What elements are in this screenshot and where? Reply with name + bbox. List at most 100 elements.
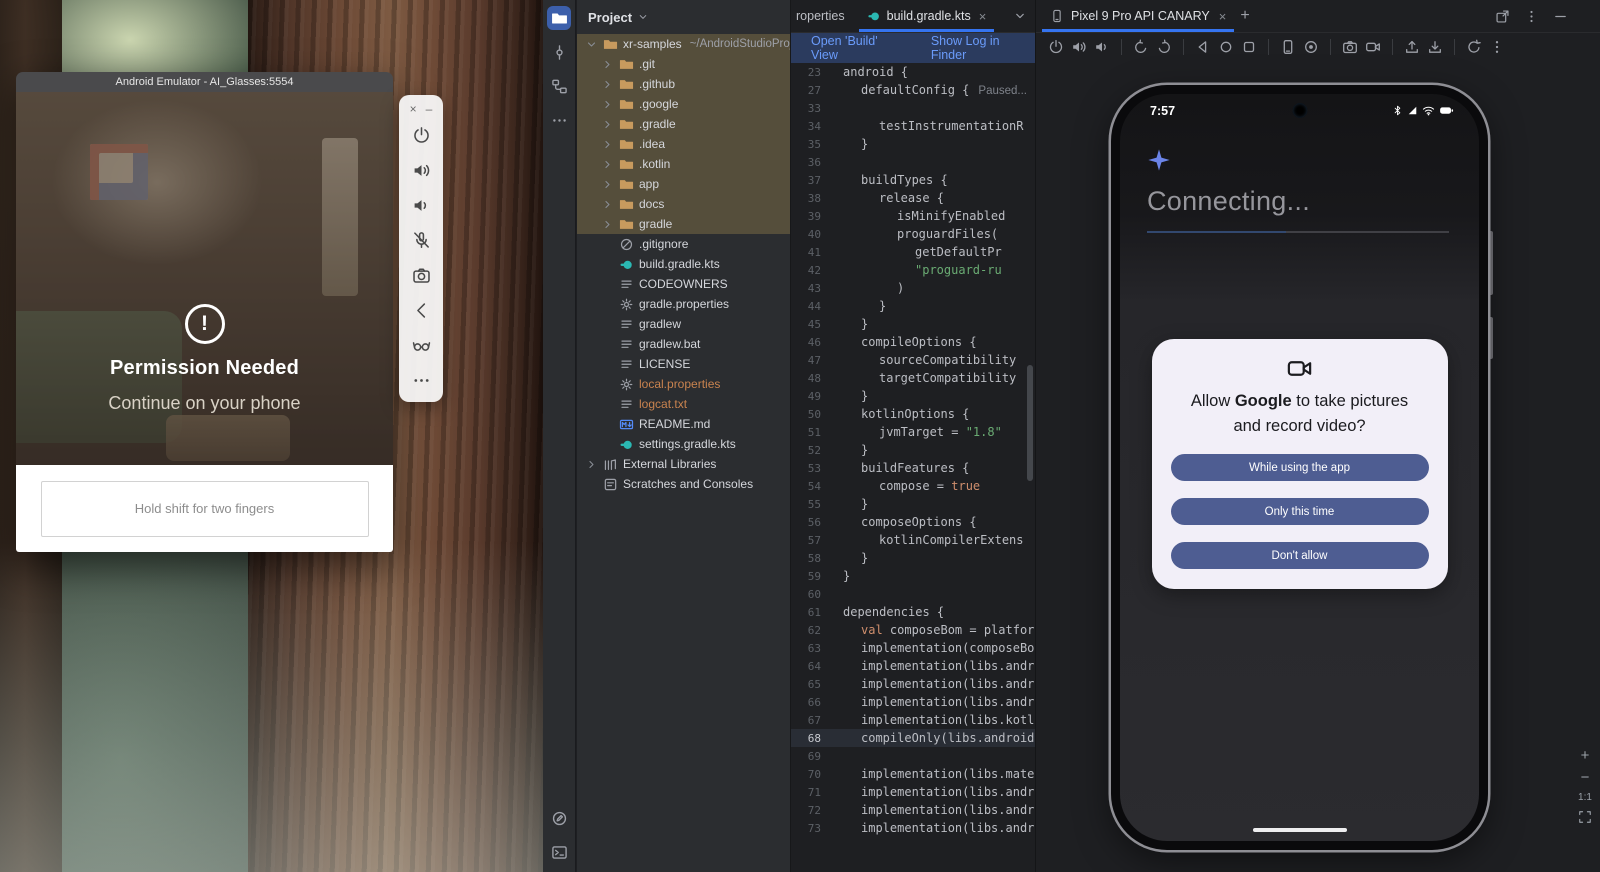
show-log-in-finder-link[interactable]: Show Log in Finder — [931, 34, 1035, 62]
mic-off-icon[interactable] — [412, 231, 431, 250]
chevron-right-icon[interactable] — [601, 98, 614, 111]
code-line-68[interactable]: 68compileOnly(libs.android — [791, 729, 1035, 747]
record-icon[interactable] — [1303, 39, 1319, 55]
editor-scrollbar-thumb[interactable] — [1027, 365, 1033, 481]
while-using-the-app-button[interactable]: While using the app — [1171, 454, 1429, 481]
code-line-44[interactable]: 44} — [791, 297, 1035, 315]
phone-screen[interactable]: 7:57 Connecting... Allow Google to take … — [1120, 94, 1479, 841]
code-line-53[interactable]: 53buildFeatures { — [791, 459, 1035, 477]
volume-down-icon[interactable] — [1094, 39, 1110, 55]
tab-build-gradle-kts[interactable]: build.gradle.kts × — [859, 0, 995, 32]
code-line-45[interactable]: 45} — [791, 315, 1035, 333]
tree-item-gradle[interactable]: gradle — [577, 214, 790, 234]
camera-icon[interactable] — [1342, 39, 1358, 55]
code-line-65[interactable]: 65implementation(libs.andr — [791, 675, 1035, 693]
close-tab-icon[interactable]: × — [979, 9, 987, 24]
more-v-icon[interactable] — [1524, 9, 1539, 24]
back-tri-icon[interactable] — [1195, 39, 1211, 55]
stripe-button-folder[interactable] — [547, 6, 571, 30]
tree-item-gradlew[interactable]: gradlew — [577, 314, 790, 334]
code-line-33[interactable]: 33 — [791, 99, 1035, 117]
code-line-37[interactable]: 37buildTypes { — [791, 171, 1035, 189]
glasses-icon[interactable] — [412, 336, 431, 355]
emulator-screen[interactable]: ! Permission Needed Continue on your pho… — [16, 92, 393, 465]
code-line-57[interactable]: 57kotlinCompilerExtens — [791, 531, 1035, 549]
power-icon[interactable] — [412, 126, 431, 145]
tree-item-readme-md[interactable]: README.md — [577, 414, 790, 434]
rotate-left-icon[interactable] — [1133, 39, 1149, 55]
minus-icon[interactable] — [1553, 9, 1568, 24]
home-indicator[interactable] — [1253, 828, 1347, 833]
code-line-61[interactable]: 61dependencies { — [791, 603, 1035, 621]
tree-item-scratches-and-consoles[interactable]: Scratches and Consoles — [577, 474, 790, 494]
code-line-47[interactable]: 47sourceCompatibility — [791, 351, 1035, 369]
videocam-icon[interactable] — [1365, 39, 1381, 55]
chevron-right-icon[interactable] — [585, 458, 598, 471]
stripe-button-terminal[interactable] — [547, 840, 571, 864]
tree-item-docs[interactable]: docs — [577, 194, 790, 214]
code-line-36[interactable]: 36 — [791, 153, 1035, 171]
code-line-23[interactable]: 23android { — [791, 63, 1035, 81]
chevron-right-icon[interactable] — [601, 118, 614, 131]
code-line-70[interactable]: 70implementation(libs.mate — [791, 765, 1035, 783]
code-line-39[interactable]: 39isMinifyEnabled — [791, 207, 1035, 225]
code-line-43[interactable]: 43) — [791, 279, 1035, 297]
code-line-58[interactable]: 58} — [791, 549, 1035, 567]
power-icon[interactable] — [1048, 39, 1064, 55]
close-tab-icon[interactable]: × — [1219, 9, 1227, 24]
chevron-right-icon[interactable] — [601, 58, 614, 71]
chevron-right-icon[interactable] — [601, 178, 614, 191]
code-line-38[interactable]: 38release { — [791, 189, 1035, 207]
code-line-49[interactable]: 49} — [791, 387, 1035, 405]
upload-icon[interactable] — [1404, 39, 1420, 55]
tree-item-xr-samples[interactable]: xr-samples~/AndroidStudioProj — [577, 34, 790, 54]
tree-item-git[interactable]: .git — [577, 54, 790, 74]
code-line-46[interactable]: 46compileOptions { — [791, 333, 1035, 351]
only-this-time-button[interactable]: Only this time — [1171, 498, 1429, 525]
new-tab-icon[interactable]: + — [1240, 8, 1249, 24]
code-line-60[interactable]: 60 — [791, 585, 1035, 603]
tree-item-license[interactable]: LICENSE — [577, 354, 790, 374]
chevron-right-icon[interactable] — [601, 158, 614, 171]
zoom-out-icon[interactable]: − — [1581, 770, 1590, 785]
chevron-right-icon[interactable] — [601, 78, 614, 91]
code-line-34[interactable]: 34testInstrumentationR — [791, 117, 1035, 135]
more-v-icon[interactable] — [1489, 39, 1505, 55]
restart-icon[interactable] — [1466, 39, 1482, 55]
code-line-69[interactable]: 69 — [791, 747, 1035, 765]
volume-down-icon[interactable] — [412, 196, 431, 215]
code-line-59[interactable]: 59} — [791, 567, 1035, 585]
code-line-67[interactable]: 67implementation(libs.kotl — [791, 711, 1035, 729]
code-line-71[interactable]: 71implementation(libs.andr — [791, 783, 1035, 801]
code-line-40[interactable]: 40proguardFiles( — [791, 225, 1035, 243]
chevron-down-icon[interactable] — [1013, 9, 1027, 23]
tree-item-gradle-properties[interactable]: gradle.properties — [577, 294, 790, 314]
code-line-41[interactable]: 41getDefaultPr — [791, 243, 1035, 261]
code-line-52[interactable]: 52} — [791, 441, 1035, 459]
tree-item-google[interactable]: .google — [577, 94, 790, 114]
tree-item-gradlew-bat[interactable]: gradlew.bat — [577, 334, 790, 354]
code-line-73[interactable]: 73implementation(libs.andr — [791, 819, 1035, 837]
code-line-63[interactable]: 63implementation(composeBo — [791, 639, 1035, 657]
stripe-button-more-h[interactable] — [547, 108, 571, 132]
code-line-48[interactable]: 48targetCompatibility — [791, 369, 1035, 387]
tree-item-logcat-txt[interactable]: logcat.txt — [577, 394, 790, 414]
home-circle-icon[interactable] — [1218, 39, 1234, 55]
code-line-55[interactable]: 55} — [791, 495, 1035, 513]
zoom-in-icon[interactable]: + — [1581, 748, 1590, 763]
code-line-66[interactable]: 66implementation(libs.andr — [791, 693, 1035, 711]
stripe-button-structure[interactable] — [547, 74, 571, 98]
overview-square-icon[interactable] — [1241, 39, 1257, 55]
code-line-35[interactable]: 35} — [791, 135, 1035, 153]
rotate-right-icon[interactable] — [1156, 39, 1172, 55]
tree-item-app[interactable]: app — [577, 174, 790, 194]
code-line-42[interactable]: 42"proguard-ru — [791, 261, 1035, 279]
back-icon[interactable] — [412, 301, 431, 320]
chevron-right-icon[interactable] — [601, 218, 614, 231]
download-icon[interactable] — [1427, 39, 1443, 55]
code-line-56[interactable]: 56composeOptions { — [791, 513, 1035, 531]
popout-icon[interactable] — [1495, 9, 1510, 24]
tree-item-github[interactable]: .github — [577, 74, 790, 94]
tree-item-gitignore[interactable]: .gitignore — [577, 234, 790, 254]
tree-item-codeowners[interactable]: CODEOWNERS — [577, 274, 790, 294]
